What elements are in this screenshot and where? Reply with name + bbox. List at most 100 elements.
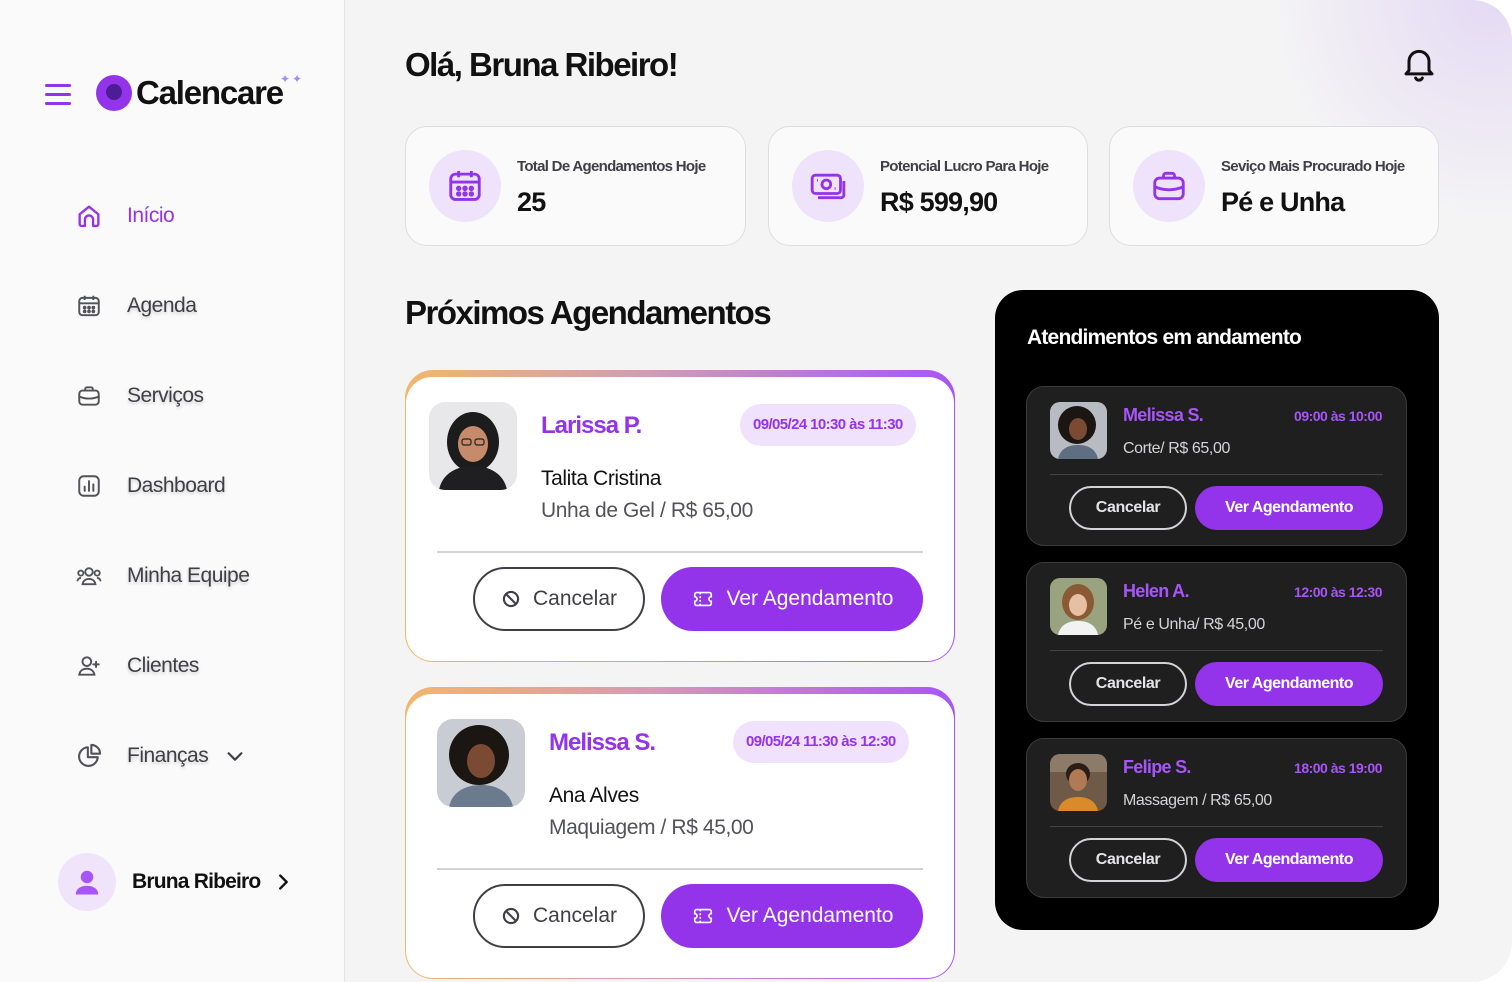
view-appointment-button[interactable]: Ver Agendamento (661, 567, 923, 631)
logo[interactable]: Calencare ✦✦ (96, 72, 302, 112)
pie-chart-icon (74, 741, 104, 771)
cancel-button[interactable]: Cancelar (1069, 838, 1187, 882)
stat-card-profit: Potencial Lucro Para Hoje R$ 599,90 (768, 126, 1088, 246)
client-name: Larissa P. (541, 412, 642, 439)
cancel-button[interactable]: Cancelar (473, 567, 645, 631)
appointment-card: Larissa P. 09/05/24 10:30 às 11:30 Talit… (405, 370, 955, 662)
appointment-date: 09/05/24 10:30 às 11:30 (740, 404, 916, 446)
bell-icon[interactable] (1399, 42, 1439, 84)
cancel-label: Cancelar (532, 587, 618, 610)
stat-label: Potencial Lucro Para Hoje (880, 158, 1049, 175)
sidebar-item-agenda[interactable]: Agenda (74, 286, 249, 326)
menu-icon[interactable] (45, 84, 71, 108)
client-name: Melissa S. (1123, 405, 1204, 425)
sidebar-item-label: Clientes (127, 654, 199, 677)
sidebar-item-label: Dashboard (127, 474, 226, 497)
home-icon (74, 201, 104, 231)
professional-name: Ana Alves (549, 784, 639, 807)
panel-title: Atendimentos em andamento (1027, 326, 1302, 349)
client-name: Melissa S. (549, 729, 656, 756)
sidebar: Calencare ✦✦ Início Agenda Serviços Dash… (0, 0, 345, 982)
appointment-time: 18:00 às 19:00 (1294, 760, 1382, 776)
block-icon (502, 907, 520, 925)
add-user-icon (74, 651, 104, 681)
stat-value: R$ 599,90 (880, 187, 998, 217)
divider (437, 551, 923, 553)
block-icon (502, 590, 520, 608)
chevron-right-icon[interactable] (272, 871, 294, 893)
appointment-card: Melissa S. 09/05/24 11:30 às 12:30 Ana A… (405, 687, 955, 979)
sidebar-item-minha-equipe[interactable]: Minha Equipe (74, 556, 250, 596)
user-name: Bruna Ribeiro (132, 870, 261, 893)
cancel-button[interactable]: Cancelar (1069, 486, 1187, 530)
avatar (58, 853, 116, 911)
briefcase-icon (1133, 150, 1205, 222)
user-profile[interactable]: Bruna Ribeiro (58, 853, 294, 911)
ticket-icon (693, 591, 712, 607)
service-price: Massagem / R$ 65,00 (1123, 792, 1272, 809)
briefcase-icon (74, 381, 104, 411)
ongoing-card: Helen A. 12:00 às 12:30 Pé e Unha/ R$ 45… (1026, 562, 1407, 722)
view-appointment-button[interactable]: Ver Agendamento (1195, 838, 1383, 882)
sidebar-item-label: Finanças (127, 744, 209, 767)
stat-value: Pé e Unha (1221, 187, 1345, 217)
sidebar-item-label: Agenda (127, 294, 197, 317)
calendar-icon (429, 150, 501, 222)
stat-card-appointments: Total De Agendamentos Hoje 25 (405, 126, 746, 246)
view-label: Ver Agendamento (726, 904, 894, 927)
cancel-label: Cancelar (532, 904, 618, 927)
view-appointment-button[interactable]: Ver Agendamento (1195, 486, 1383, 530)
sidebar-item-label: Minha Equipe (127, 564, 250, 587)
section-title: Próximos Agendamentos (405, 294, 772, 331)
divider (1050, 826, 1383, 827)
client-photo (1050, 402, 1107, 459)
stat-label: Total De Agendamentos Hoje (517, 158, 706, 175)
logo-mark (96, 75, 132, 111)
app-window: Calencare ✦✦ Início Agenda Serviços Dash… (0, 0, 1512, 982)
user-icon (75, 870, 99, 895)
money-icon (792, 150, 864, 222)
client-name: Helen A. (1123, 581, 1189, 601)
client-photo (437, 719, 525, 807)
stat-card-top-service: Seviço Mais Procurado Hoje Pé e Unha (1109, 126, 1439, 246)
calendar-icon (74, 291, 104, 321)
chart-icon (74, 471, 104, 501)
chevron-down-icon[interactable] (224, 745, 246, 767)
sidebar-item-inicio[interactable]: Início (74, 196, 249, 236)
sidebar-nav: Início Agenda Serviços Dashboard Minha E… (74, 196, 250, 826)
client-name: Felipe S. (1123, 757, 1191, 777)
sidebar-item-financas[interactable]: Finanças (74, 736, 249, 776)
view-appointment-button[interactable]: Ver Agendamento (661, 884, 923, 948)
sparkle-icon: ✦✦ (280, 72, 305, 86)
appointment-time: 12:00 às 12:30 (1294, 584, 1382, 600)
divider (437, 868, 923, 870)
sidebar-item-label: Serviços (127, 384, 204, 407)
appointment-date: 09/05/24 11:30 às 12:30 (733, 721, 909, 763)
page-title: Olá, Bruna Ribeiro! (405, 46, 679, 83)
sidebar-item-clientes[interactable]: Clientes (74, 646, 249, 686)
ongoing-panel: Atendimentos em andamento Melissa S. 09:… (995, 290, 1439, 930)
view-appointment-button[interactable]: Ver Agendamento (1195, 662, 1383, 706)
view-label: Ver Agendamento (726, 587, 894, 610)
divider (1050, 474, 1383, 475)
ongoing-card: Felipe S. 18:00 às 19:00 Massagem / R$ 6… (1026, 738, 1407, 898)
divider (1050, 650, 1383, 651)
service-price: Maquiagem / R$ 45,00 (549, 816, 754, 839)
sidebar-item-dashboard[interactable]: Dashboard (74, 466, 249, 506)
sidebar-item-servicos[interactable]: Serviços (74, 376, 249, 416)
team-icon (74, 561, 104, 591)
brand-name: Calencare (136, 74, 284, 111)
appointment-time: 09:00 às 10:00 (1294, 408, 1382, 424)
professional-name: Talita Cristina (541, 467, 662, 490)
ongoing-card: Melissa S. 09:00 às 10:00 Corte/ R$ 65,0… (1026, 386, 1407, 546)
client-photo (1050, 578, 1107, 635)
client-photo (429, 402, 517, 490)
cancel-button[interactable]: Cancelar (1069, 662, 1187, 706)
stat-value: 25 (517, 187, 546, 217)
cancel-button[interactable]: Cancelar (473, 884, 645, 948)
sidebar-item-label: Início (127, 204, 175, 227)
ticket-icon (693, 908, 712, 924)
service-price: Pé e Unha/ R$ 45,00 (1123, 616, 1265, 633)
service-price: Unha de Gel / R$ 65,00 (541, 499, 753, 522)
client-photo (1050, 754, 1107, 811)
